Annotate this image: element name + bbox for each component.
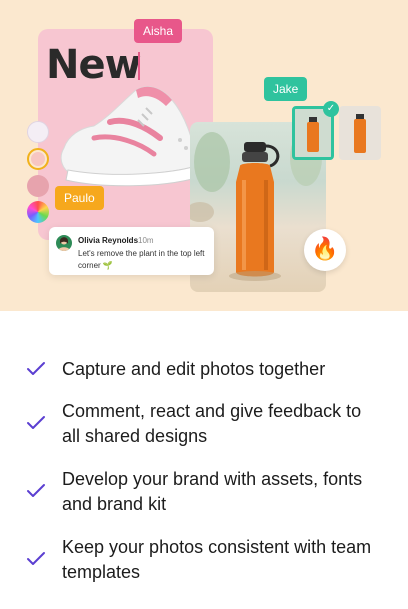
checkmark-icon [27,416,45,429]
color-swatch-lavender[interactable] [27,121,49,143]
comment-author: Olivia Reynolds [78,236,139,245]
collaborator-tag-paulo: Paulo [55,186,104,210]
fire-reaction-icon[interactable]: 🔥 [304,229,346,271]
comment-card[interactable]: Olivia Reynolds 10m Let's remove the pla… [49,227,214,275]
selected-check-icon: ✓ [323,101,339,117]
feature-label: Develop your brand with assets, fonts an… [62,469,363,514]
color-picker-rainbow-icon[interactable] [27,201,49,223]
color-swatch-peach-selected[interactable] [27,148,49,170]
checkmark-icon [27,484,45,497]
sneaker-image [60,86,197,187]
feature-label: Comment, react and give feedback to all … [62,401,362,446]
feature-label: Capture and edit photos together [62,359,326,379]
feature-label: Keep your photos consistent with team te… [62,537,372,582]
hero-illustration: New Aisha Jake Paulo 🔥 ✓ Olivia Reynolds… [0,0,408,311]
feature-list: Capture and edit photos together Comment… [0,311,408,609]
comment-timestamp: 10m [138,236,154,245]
bottle-thumbnail[interactable] [339,106,381,160]
avatar [56,235,72,251]
collaborator-tag-aisha: Aisha [134,19,183,43]
checkmark-icon [27,362,45,375]
comment-text: Let's remove the plant in the top left c… [78,249,205,270]
checkmark-icon [27,552,45,565]
collaborator-tag-jake: Jake [264,77,308,101]
text-cursor [138,52,140,80]
color-swatch-rose[interactable] [27,175,49,197]
